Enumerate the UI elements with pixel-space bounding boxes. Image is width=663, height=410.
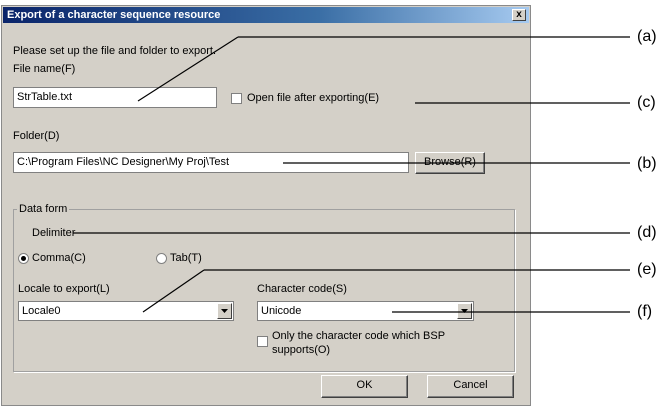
close-icon: x: [516, 9, 522, 20]
locale-dropdown-button[interactable]: [217, 303, 232, 319]
charcode-select[interactable]: Unicode: [257, 301, 474, 321]
chevron-down-icon: [221, 309, 228, 313]
open-after-export-checkbox[interactable]: [231, 93, 242, 104]
comma-radio[interactable]: [18, 253, 29, 264]
locale-select[interactable]: Locale0: [18, 301, 234, 321]
charcode-value: Unicode: [261, 305, 302, 317]
open-after-export-label: Open file after exporting(E): [247, 92, 380, 104]
charcode-dropdown-button[interactable]: [457, 303, 472, 319]
instruction-text: Please set up the file and folder to exp…: [13, 45, 217, 57]
tab-radio[interactable]: [156, 253, 167, 264]
title-bar[interactable]: Export of a character sequence resource …: [3, 7, 529, 23]
close-button[interactable]: x: [512, 9, 526, 21]
export-dialog: Export of a character sequence resource …: [1, 5, 531, 406]
bsp-only-label-line1: Only the character code which BSP: [272, 330, 446, 342]
callout-d: (d): [637, 224, 657, 241]
file-name-label: File name(F): [13, 63, 76, 75]
folder-label: Folder(D): [13, 130, 60, 142]
charcode-label: Character code(S): [257, 283, 347, 295]
dialog-title: Export of a character sequence resource: [7, 9, 221, 21]
callout-b: (b): [637, 155, 657, 172]
browse-button[interactable]: Browse(R): [415, 152, 485, 174]
comma-radio-label: Comma(C): [32, 252, 86, 264]
bsp-only-checkbox[interactable]: [257, 336, 268, 347]
tab-radio-label: Tab(T): [170, 252, 202, 264]
cancel-button[interactable]: Cancel: [427, 375, 514, 398]
callout-c: (c): [637, 94, 656, 111]
folder-input[interactable]: C:\Program Files\NC Designer\My Proj\Tes…: [13, 152, 409, 173]
callout-a: (a): [637, 28, 657, 45]
locale-value: Locale0: [22, 305, 61, 317]
locale-label: Locale to export(L): [18, 283, 110, 295]
data-form-label: Data form: [17, 203, 70, 216]
delimiter-label: Delimiter: [32, 227, 76, 239]
ok-button[interactable]: OK: [321, 375, 408, 398]
callout-e: (e): [637, 261, 657, 278]
file-name-input[interactable]: StrTable.txt: [13, 87, 217, 108]
bsp-only-label-line2: supports(O): [272, 344, 331, 356]
callout-f: (f): [637, 303, 653, 320]
chevron-down-icon: [461, 309, 468, 313]
